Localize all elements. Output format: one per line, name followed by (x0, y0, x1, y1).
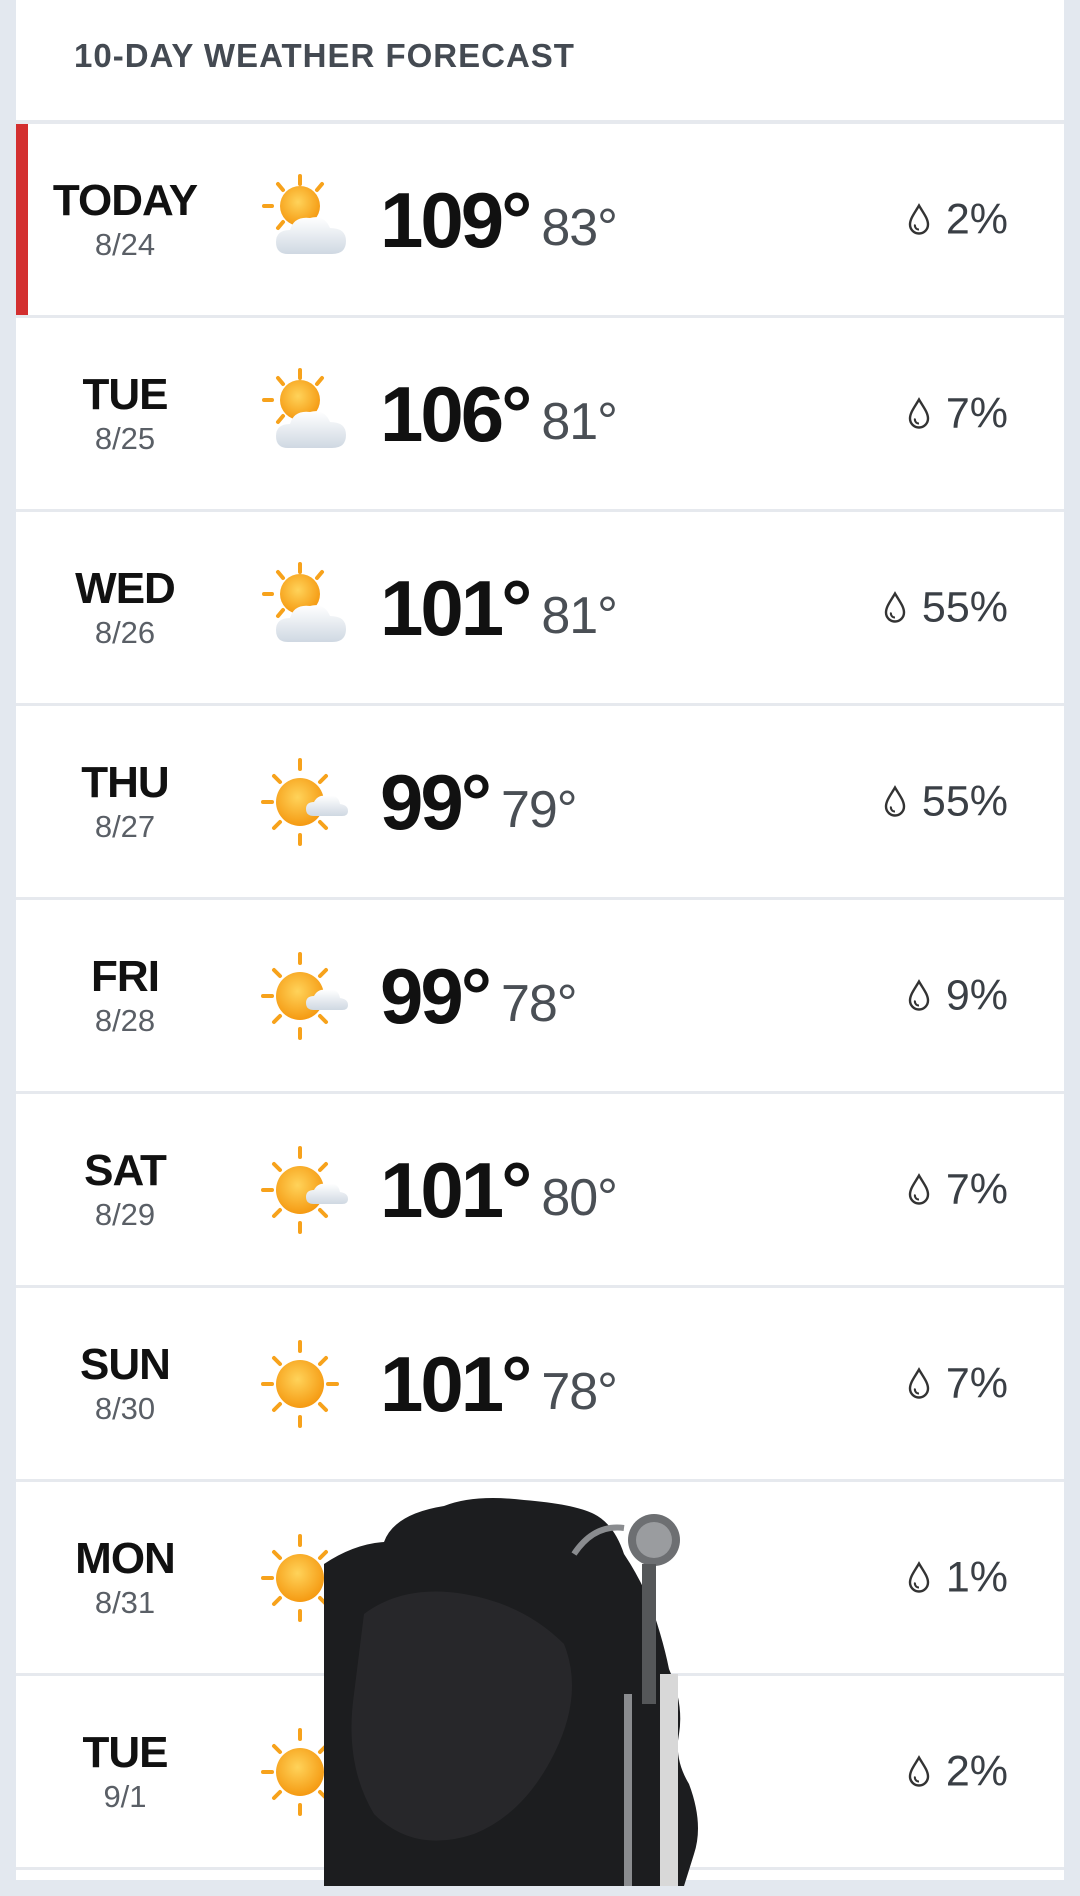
forecast-row[interactable]: TUE 8/25 106° 81° 7% (16, 318, 1064, 512)
precip-value: 2% (945, 1747, 1008, 1795)
temps: 101° 81° (380, 563, 618, 652)
forecast-header: 10-DAY WEATHER FORECAST (16, 0, 1064, 124)
low-temp: 78° (500, 974, 578, 1033)
day-date: 8/24 (94, 226, 156, 262)
high-temp: 101° (380, 563, 532, 652)
day-label: TODAY 8/24 (0, 175, 250, 262)
precip-value: 7% (945, 1359, 1008, 1407)
precip-value: 1% (945, 1553, 1008, 1601)
high-temp: 101° (380, 1145, 532, 1234)
day-name: TODAY (52, 175, 198, 225)
low-temp: 81° (541, 586, 618, 645)
day-date: 8/25 (94, 420, 156, 456)
high-temp: 106° (380, 369, 532, 458)
high-temp: 101° (380, 1339, 532, 1428)
raindrop-icon (884, 785, 906, 817)
raindrop-icon (884, 591, 906, 623)
raindrop-icon (908, 979, 930, 1011)
day-label: FRI 8/28 (0, 951, 250, 1038)
raindrop-icon (908, 1173, 930, 1205)
day-label: TUE 9/1 (0, 1727, 250, 1814)
low-temp: 78° (541, 1362, 618, 1421)
high-temp: 99° (380, 951, 492, 1040)
forecast-row[interactable]: SAT 8/29 101° 80° 7% (16, 1094, 1064, 1288)
day-name: MON (75, 1533, 176, 1583)
temps: 101° 80° (380, 1145, 618, 1234)
day-name: TUE (82, 1727, 169, 1777)
mostly-sunny-icon (261, 1145, 348, 1234)
precip-value: 2% (945, 195, 1008, 243)
day-date: 8/31 (94, 1584, 156, 1620)
temps: 106° 81° (380, 369, 618, 458)
raindrop-icon (908, 1755, 930, 1787)
low-temp: 79° (500, 780, 578, 839)
partly-cloudy-icon (262, 561, 346, 642)
precip-value: 55% (921, 777, 1008, 825)
temps: 109° 83° (380, 175, 618, 264)
precip-chance: 55% (882, 777, 1008, 826)
presenter-video-overlay (324, 1498, 698, 1886)
high-temp: 99° (380, 757, 492, 846)
forecast-row[interactable]: THU 8/27 99° 79° 55% (16, 706, 1064, 900)
low-temp: 80° (541, 1168, 618, 1227)
sunny-icon (261, 1339, 339, 1428)
raindrop-icon (908, 397, 930, 429)
day-name: FRI (91, 951, 160, 1001)
day-name: SAT (84, 1145, 167, 1195)
day-name: WED (75, 563, 176, 613)
partly-cloudy-icon (262, 173, 346, 254)
forecast-row[interactable]: WED 8/26 101° 81° 55% (16, 512, 1064, 706)
forecast-row-today[interactable]: TODAY 8/24 109° 83° 2% (16, 124, 1064, 318)
day-date: 8/27 (94, 808, 156, 844)
day-label: WED 8/26 (0, 563, 250, 650)
forecast-row[interactable]: SUN 8/30 101° 78° 7% (16, 1288, 1064, 1482)
day-label: TUE 8/25 (0, 369, 250, 456)
day-date: 9/1 (103, 1778, 147, 1814)
raindrop-icon (908, 203, 930, 235)
precip-value: 9% (945, 971, 1008, 1019)
day-label: THU 8/27 (0, 757, 250, 844)
temps: 99° 79° (380, 757, 578, 846)
raindrop-icon (908, 1367, 930, 1399)
forecast-title: 10-DAY WEATHER FORECAST (74, 37, 575, 74)
day-label: MON 8/31 (0, 1533, 250, 1620)
raindrop-icon (908, 1561, 930, 1593)
precip-value: 55% (921, 583, 1008, 631)
day-date: 8/29 (94, 1196, 156, 1232)
precip-chance: 7% (906, 1359, 1008, 1408)
temps: 99° 78° (380, 951, 578, 1040)
day-name: TUE (82, 369, 169, 419)
forecast-row[interactable]: FRI 8/28 99° 78° 9% (16, 900, 1064, 1094)
day-date: 8/30 (94, 1390, 156, 1426)
precip-chance: 1% (906, 1553, 1008, 1602)
day-date: 8/26 (94, 614, 156, 650)
precip-chance: 2% (906, 1747, 1008, 1796)
low-temp: 83° (541, 198, 618, 257)
precip-chance: 55% (882, 583, 1008, 632)
precip-value: 7% (945, 389, 1008, 437)
low-temp: 81° (541, 392, 618, 451)
mostly-sunny-icon (261, 951, 348, 1040)
precip-value: 7% (945, 1165, 1008, 1213)
day-label: SAT 8/29 (0, 1145, 250, 1232)
mostly-sunny-icon (261, 757, 348, 846)
precip-chance: 2% (906, 195, 1008, 244)
precip-chance: 7% (906, 389, 1008, 438)
partly-cloudy-icon (262, 367, 346, 448)
day-name: THU (81, 757, 169, 807)
day-label: SUN 8/30 (0, 1339, 250, 1426)
high-temp: 109° (380, 175, 532, 264)
day-date: 8/28 (94, 1002, 156, 1038)
precip-chance: 9% (906, 971, 1008, 1020)
precip-chance: 7% (906, 1165, 1008, 1214)
day-name: SUN (80, 1339, 171, 1389)
temps: 101° 78° (380, 1339, 618, 1428)
